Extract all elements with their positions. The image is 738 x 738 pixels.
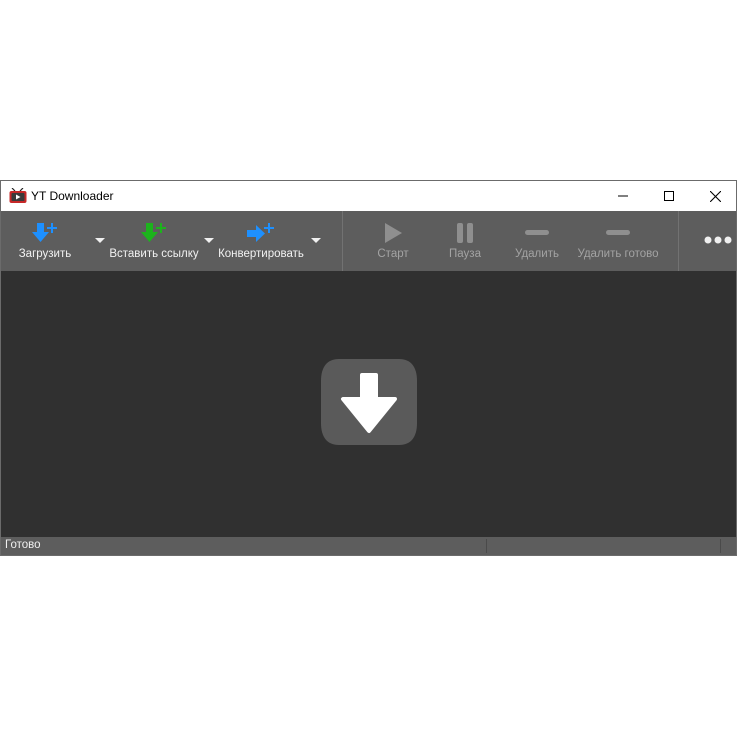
maximize-button[interactable]	[646, 181, 692, 211]
toolbar-separator	[342, 211, 343, 271]
app-window: YT Downloader Загрузить Вставить ссылку …	[0, 180, 737, 556]
close-icon	[709, 190, 721, 202]
status-divider	[720, 539, 721, 553]
delete-label: Удалить	[515, 248, 559, 260]
download-dropdown-icon[interactable]	[95, 236, 105, 244]
toolbar: Загрузить Вставить ссылку Конвертировать	[1, 211, 736, 271]
pause-icon	[457, 223, 473, 243]
download-arrow-icon	[321, 359, 417, 445]
status-text: Готово	[5, 539, 41, 551]
convert-add-icon	[247, 223, 274, 242]
delete-button[interactable]: Удалить	[507, 211, 567, 271]
play-icon	[385, 223, 402, 243]
more-icon[interactable]	[703, 235, 733, 245]
download-list-area[interactable]	[1, 271, 736, 537]
pause-label: Пауза	[449, 248, 481, 260]
convert-label: Конвертировать	[218, 248, 304, 260]
close-button[interactable]	[692, 181, 738, 211]
start-button[interactable]: Старт	[365, 211, 421, 271]
minimize-button[interactable]	[600, 181, 646, 211]
title-bar[interactable]: YT Downloader	[1, 181, 736, 211]
convert-dropdown-icon[interactable]	[311, 236, 321, 244]
minimize-icon	[618, 195, 628, 197]
download-label: Загрузить	[18, 248, 72, 260]
pause-button[interactable]: Пауза	[437, 211, 493, 271]
delete-done-label: Удалить готово	[577, 248, 659, 260]
convert-button[interactable]: Конвертировать	[215, 211, 307, 271]
status-bar: Готово	[1, 537, 736, 555]
paste-link-button[interactable]: Вставить ссылку	[107, 211, 201, 271]
window-title: YT Downloader	[31, 189, 114, 203]
minus-done-icon	[606, 230, 630, 235]
delete-done-button[interactable]: Удалить готово	[573, 211, 663, 271]
download-add-icon	[32, 223, 57, 242]
paste-link-label: Вставить ссылку	[109, 248, 199, 260]
maximize-icon	[664, 191, 674, 201]
minus-icon	[525, 230, 549, 235]
start-label: Старт	[377, 248, 409, 260]
paste-link-dropdown-icon[interactable]	[204, 236, 214, 244]
tv-app-icon	[9, 188, 27, 203]
download-button[interactable]: Загрузить	[7, 211, 83, 271]
toolbar-separator	[678, 211, 679, 271]
paste-link-add-icon	[141, 223, 166, 242]
status-divider	[486, 539, 487, 553]
